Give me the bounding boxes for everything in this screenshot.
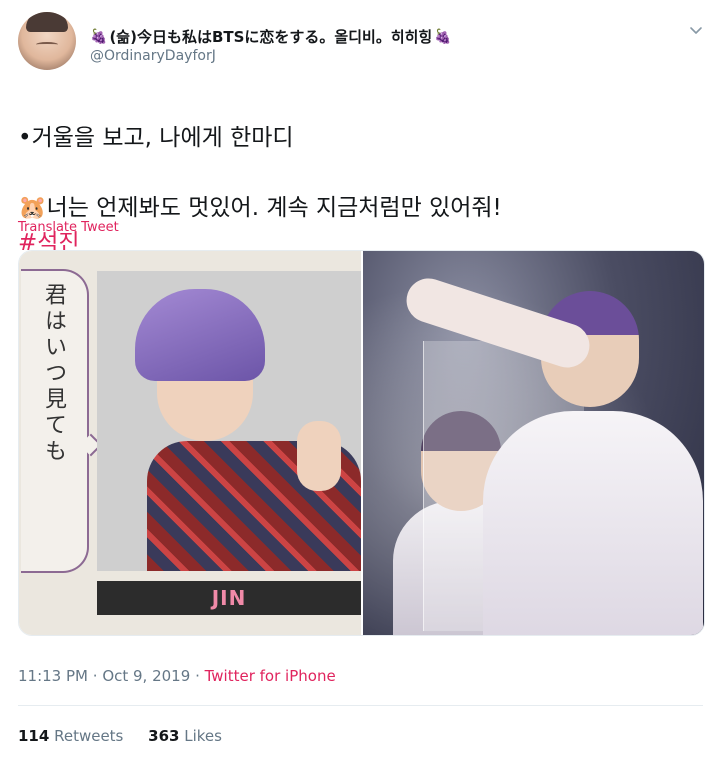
likes-label: Likes: [184, 727, 222, 745]
retweets-label: Retweets: [54, 727, 124, 745]
author-name[interactable]: 🍇 (슮)今日も私はBTSに恋をする。올디비。히히힝 🍇: [90, 26, 452, 47]
tweet-line-1: •거울을 보고, 나에게 한마디: [18, 125, 294, 151]
media-image-right[interactable]: [363, 251, 704, 635]
likes-count: 363: [148, 727, 180, 745]
meta-separator: ·: [195, 667, 205, 685]
nameplate: JIN: [97, 581, 361, 615]
tweet-time[interactable]: 11:13 PM: [18, 667, 88, 685]
likes-stat[interactable]: 363 Likes: [148, 727, 222, 745]
divider: [18, 705, 703, 706]
meta-separator: ·: [92, 667, 103, 685]
tweet-line-2: 너는 언제봐도 멋있어. 계속 지금처럼만 있어줘!: [46, 195, 502, 221]
tweet-source-link[interactable]: Twitter for iPhone: [205, 667, 336, 685]
grape-icon: 🍇: [90, 28, 108, 45]
tweet-stats: 114 Retweets 363 Likes: [18, 727, 242, 745]
translate-tweet-link[interactable]: Translate Tweet: [18, 220, 119, 235]
retweets-count: 114: [18, 727, 50, 745]
avatar[interactable]: [18, 12, 76, 70]
portrait-hair: [135, 289, 265, 381]
tweet-date[interactable]: Oct 9, 2019: [102, 667, 190, 685]
nameplate-text: JIN: [211, 586, 247, 610]
media-image-left[interactable]: 君はいつ見ても JIN: [19, 251, 361, 635]
tweet-meta: 11:13 PM · Oct 9, 2019 · Twitter for iPh…: [18, 667, 336, 685]
figure-body: [483, 411, 703, 635]
portrait-photo: [97, 271, 361, 571]
display-name: (슮)今日も私はBTSに恋をする。올디비。히히힝: [109, 28, 433, 46]
speech-bubble-text: 君はいつ見ても: [41, 283, 66, 465]
retweets-stat[interactable]: 114 Retweets: [18, 727, 123, 745]
tweet-header: 🍇 (슮)今日も私はBTSに恋をする。올디비。히히힝 🍇 @OrdinaryDa…: [18, 12, 708, 72]
grape-icon: 🍇: [434, 28, 452, 45]
portrait-hand: [297, 421, 341, 491]
author-handle[interactable]: @OrdinaryDayforJ: [90, 48, 216, 64]
hamster-emoji-icon: 🐹: [18, 195, 47, 221]
tweet-media: 君はいつ見ても JIN: [18, 250, 705, 636]
chevron-down-icon[interactable]: [688, 22, 704, 38]
